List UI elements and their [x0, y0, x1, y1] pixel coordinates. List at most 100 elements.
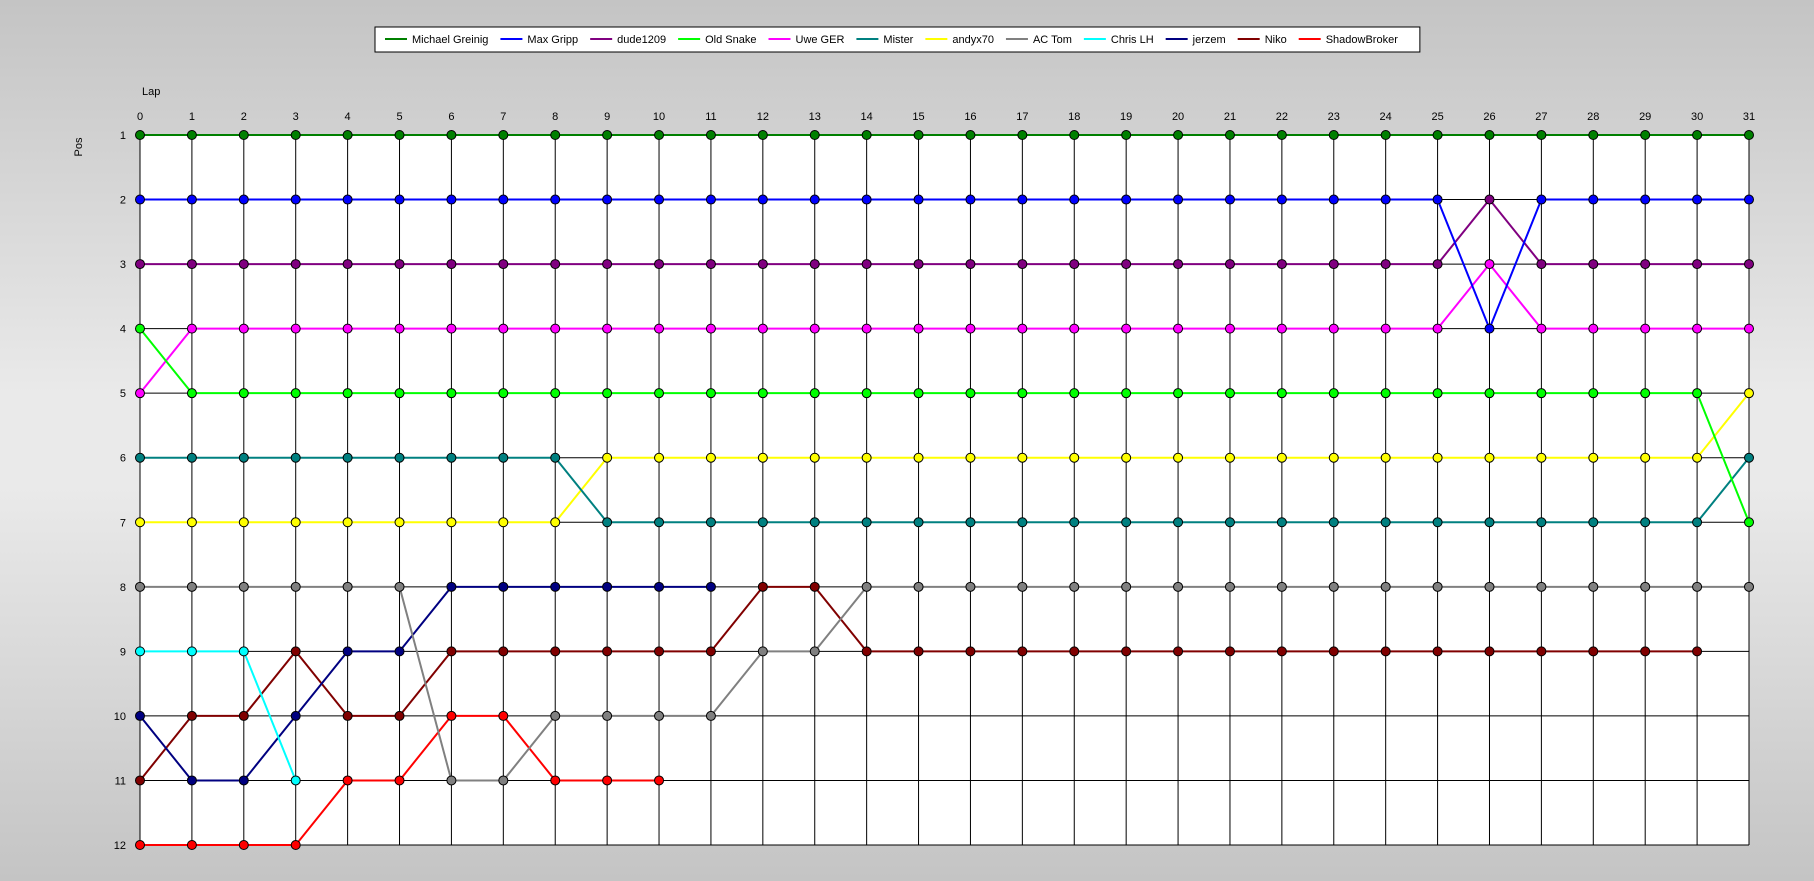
data-point: [498, 581, 509, 592]
data-point: [965, 323, 976, 334]
data-point: [186, 388, 197, 399]
data-point: [913, 646, 924, 657]
legend-label: andyx70: [952, 34, 994, 46]
data-point: [1640, 259, 1651, 270]
data-point: [1536, 646, 1547, 657]
data-point: [1328, 194, 1339, 205]
x-tick-label: 11: [705, 111, 716, 123]
data-point: [1432, 130, 1443, 140]
data-point: [757, 581, 768, 592]
data-point: [1328, 323, 1339, 334]
data-point: [1640, 323, 1651, 334]
data-point: [965, 452, 976, 463]
x-tick-label: 14: [861, 111, 873, 123]
data-point: [654, 388, 665, 399]
data-point: [1380, 581, 1391, 592]
data-point: [1224, 517, 1235, 528]
data-point: [1536, 581, 1547, 592]
data-point: [1017, 452, 1028, 463]
data-point: [1121, 259, 1132, 270]
data-point: [290, 646, 301, 657]
x-tick-label: 12: [757, 111, 769, 123]
data-point: [809, 130, 820, 140]
data-point: [290, 452, 301, 463]
data-point: [1692, 646, 1703, 657]
data-point: [290, 775, 301, 786]
data-point: [705, 581, 716, 592]
y-tick-label: 1: [120, 130, 126, 142]
data-point: [342, 710, 353, 721]
data-point: [290, 710, 301, 721]
x-tick-label: 22: [1276, 111, 1288, 123]
legend-label: Niko: [1265, 34, 1287, 46]
data-point: [757, 646, 768, 657]
data-point: [1640, 646, 1651, 657]
legend[interactable]: Michael Greinig Max Gripp dude1209 Old Snak…: [374, 26, 1421, 53]
x-tick-label: 0: [137, 111, 143, 123]
x-tick-label: 6: [448, 111, 454, 123]
data-point: [498, 517, 509, 528]
data-point: [290, 388, 301, 399]
data-point: [135, 452, 145, 463]
data-point: [602, 259, 613, 270]
data-point: [654, 259, 665, 270]
legend-label: dude1209: [617, 34, 666, 46]
x-tick-label: 24: [1380, 111, 1392, 123]
y-tick-label: 5: [120, 388, 126, 400]
data-point: [1432, 646, 1443, 657]
data-point: [654, 323, 665, 334]
data-point: [1744, 259, 1754, 270]
data-point: [809, 194, 820, 205]
data-point: [1173, 130, 1184, 140]
data-point: [602, 388, 613, 399]
data-point: [861, 194, 872, 205]
data-point: [705, 710, 716, 721]
data-point: [394, 130, 405, 140]
data-point: [654, 517, 665, 528]
x-tick-label: 19: [1120, 111, 1132, 123]
data-point: [1432, 452, 1443, 463]
plot-background: [140, 135, 1749, 845]
data-point: [550, 194, 561, 205]
data-point: [1640, 388, 1651, 399]
data-point: [654, 646, 665, 657]
data-point: [135, 259, 145, 270]
data-point: [861, 517, 872, 528]
data-point: [1640, 452, 1651, 463]
data-point: [1017, 130, 1028, 140]
data-point: [1276, 130, 1287, 140]
data-point: [1121, 323, 1132, 334]
x-tick-label: 23: [1328, 111, 1340, 123]
x-tick-label: 28: [1587, 111, 1599, 123]
data-point: [861, 581, 872, 592]
data-point: [550, 517, 561, 528]
data-point: [965, 259, 976, 270]
data-point: [446, 130, 457, 140]
data-point: [1069, 388, 1080, 399]
data-point: [1692, 194, 1703, 205]
data-point: [135, 130, 145, 140]
data-point: [1380, 646, 1391, 657]
x-tick-label: 3: [293, 111, 299, 123]
data-point: [186, 840, 197, 850]
data-point: [1484, 194, 1495, 205]
data-point: [550, 775, 561, 786]
data-point: [1069, 259, 1080, 270]
data-point: [1484, 452, 1495, 463]
data-point: [342, 194, 353, 205]
data-point: [861, 646, 872, 657]
data-point: [1069, 646, 1080, 657]
data-point: [1744, 323, 1754, 334]
data-point: [913, 517, 924, 528]
data-point: [1484, 323, 1495, 334]
data-point: [1432, 388, 1443, 399]
data-point: [602, 581, 613, 592]
data-point: [757, 194, 768, 205]
data-point: [1588, 323, 1599, 334]
data-point: [446, 388, 457, 399]
data-point: [290, 259, 301, 270]
data-point: [290, 581, 301, 592]
data-point: [913, 388, 924, 399]
data-point: [1588, 581, 1599, 592]
data-point: [1173, 194, 1184, 205]
